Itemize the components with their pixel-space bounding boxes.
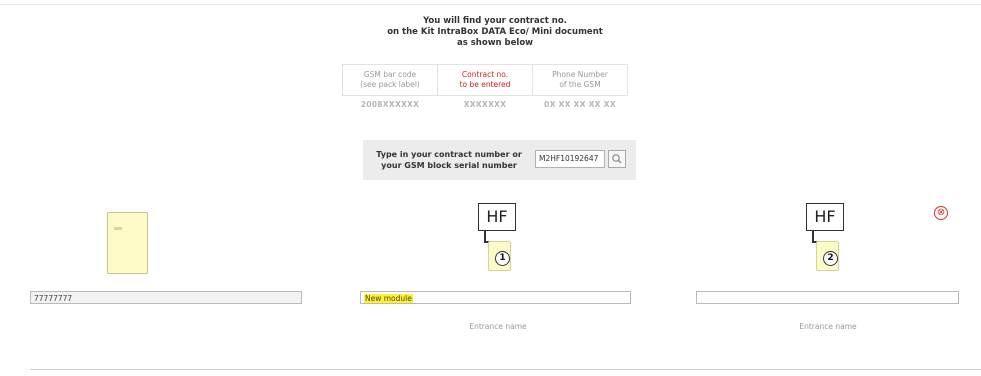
value-contract-no: XXXXXXX [463,100,507,109]
bottom-divider [30,369,981,370]
value-phone-number: 0X XX XX XX XX [544,100,616,109]
entrance-name-label-1: Entrance name [469,322,527,331]
value-gsm-bar-code: 2008XXXXXX [360,100,420,109]
search-icon [612,154,622,164]
instructions-text: You will find your contract no. on the K… [350,16,640,49]
hf-module-1: HF 1 [478,203,518,273]
hf-label: HF [478,203,516,231]
header-contract-no: Contract no. to be entered [437,64,533,96]
gsm-block-device-icon [107,212,148,274]
contract-example-table: GSM bar code (see pack label) Contract n… [342,64,628,114]
module-number-badge: 2 [823,251,838,266]
entrance-name-label-2: Entrance name [799,322,857,331]
top-divider [0,4,981,5]
header-gsm-bar-code: GSM bar code (see pack label) [342,64,438,96]
search-label: Type in your contract number or your GSM… [376,150,522,170]
hf-label: HF [806,203,844,231]
close-icon[interactable]: ⊗ [934,206,948,220]
instructions-line-1: You will find your contract no. [423,16,567,26]
contract-search-panel: Type in your contract number or your GSM… [363,140,636,180]
instructions-line-3: as shown below [456,38,534,48]
entrance-name-field-1[interactable]: New module [360,291,631,304]
gsm-block-name-field[interactable]: 77777777 [30,291,302,304]
module-number-badge: 1 [495,251,510,266]
hf-module-2: HF 2 [806,203,846,273]
instructions-line-2: on the Kit IntraBox DATA Eco/ Mini docum… [387,27,603,37]
header-phone-number: Phone Number of the GSM [532,64,628,96]
entrance-name-value: New module [364,294,413,303]
entrance-name-field-2[interactable] [696,291,959,304]
contract-number-input[interactable]: M2HF10192647 [535,150,605,168]
search-button[interactable] [608,150,626,168]
